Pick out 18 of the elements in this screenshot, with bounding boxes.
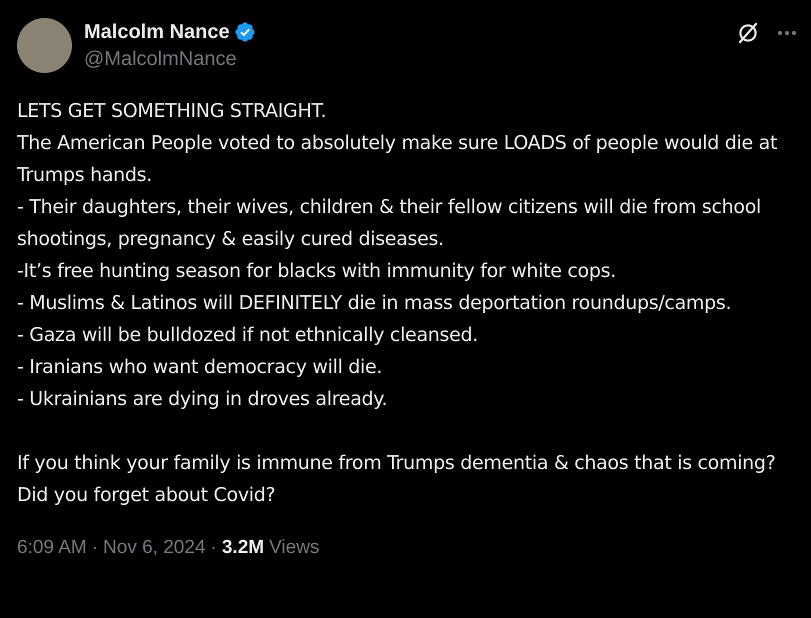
tweet-text-line: LETS GET SOMETHING STRAIGHT.	[17, 99, 328, 124]
views-count: 3.2M	[222, 537, 264, 559]
views-label: Views	[269, 537, 320, 559]
more-options-icon[interactable]	[777, 30, 797, 36]
tweet-text-line: - Gaza will be bulldozed if not ethnically cleansed.	[17, 323, 480, 348]
separator-dot: ·	[210, 537, 217, 559]
tweet-text-line: - Iranians who want democracy will die.	[17, 355, 384, 380]
tweet-text-line: - Ukrainians are dying in droves already.	[17, 387, 388, 412]
post-time[interactable]: 6:09 AM	[17, 537, 87, 559]
author-handle[interactable]: @MalcolmNance	[84, 46, 256, 72]
separator-dot: ·	[92, 537, 98, 559]
post-date[interactable]: Nov 6, 2024	[103, 537, 206, 559]
tweet-text-line: The American People voted to absolutely make sure LOADS of people would die at Trumps hands.	[17, 131, 778, 188]
tweet-text-line: If you think your family is immune from Trumps dementia & chaos that is coming? Did you forget about Covid?	[17, 451, 776, 508]
tweet-text-line: - Muslims & Latinos will DEFINITELY die in mass deportation roundups/camps.	[17, 291, 732, 316]
tweet-text-line: -It’s free hunting season for blacks with immunity for white cops.	[17, 259, 617, 284]
author-name[interactable]: Malcolm Nance	[84, 18, 230, 46]
tweet-text-line: - Their daughters, their wives, children & their fellow citizens will die from school shootings, pregnancy & easily cured diseases.	[17, 195, 762, 252]
